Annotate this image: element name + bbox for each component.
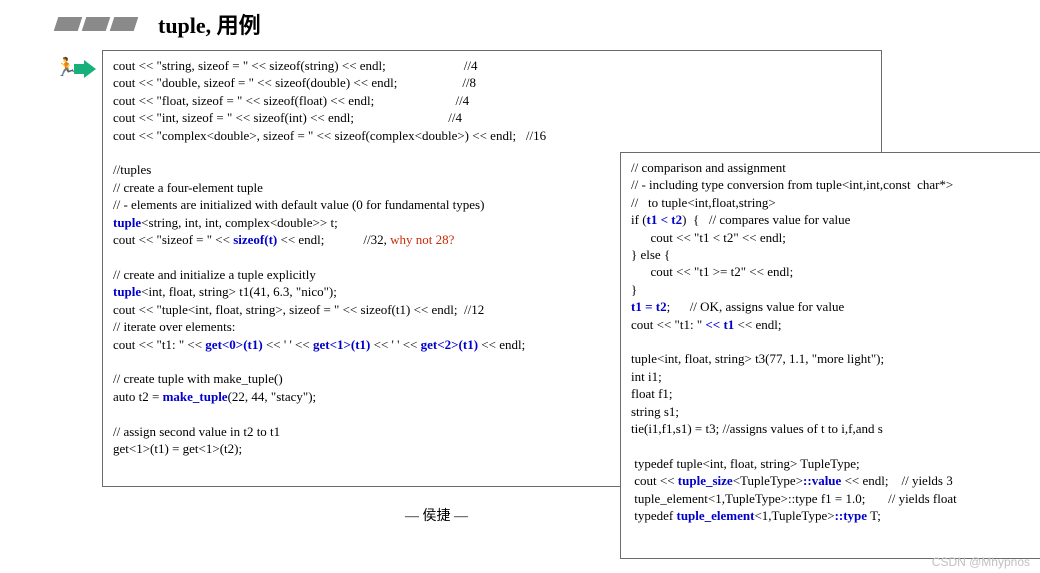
remark: why not 28? xyxy=(390,232,454,247)
code-line: <int, float, string> t1(41, 6.3, "nico")… xyxy=(141,284,337,299)
code-line: ) { // compares value for value xyxy=(682,212,850,227)
code-comment: //4 xyxy=(448,110,462,125)
slide-title: tuple, 用例 xyxy=(158,8,261,40)
code-line: cout << "int, sizeof = " << sizeof(int) … xyxy=(113,110,354,125)
code-line: string s1; xyxy=(631,403,1031,420)
code-comment: //4 xyxy=(464,58,478,73)
code-line: <1,TupleType> xyxy=(754,508,834,523)
code-comment: //32, xyxy=(363,232,390,247)
code-comment: //8 xyxy=(462,75,476,90)
code-line: << ' ' << xyxy=(263,337,313,352)
code-line: << endl; // yields 3 xyxy=(841,473,952,488)
code-line: cout << xyxy=(631,473,678,488)
code-line: << endl; xyxy=(734,317,781,332)
credit-watermark: CSDN @Mhypnos xyxy=(932,555,1030,569)
keyword-tuple-size: tuple_size xyxy=(678,473,733,488)
code-line: cout << "t1: " xyxy=(631,317,705,332)
keyword-get: get<2>(t1) xyxy=(421,337,478,352)
arrow-right-icon xyxy=(74,60,96,78)
keyword-get: get<0>(t1) xyxy=(205,337,262,352)
keyword-value: ::value xyxy=(803,473,841,488)
code-line: <TupleType> xyxy=(733,473,803,488)
keyword-tuple: tuple xyxy=(113,284,141,299)
code-panel-right: // comparison and assignment // - includ… xyxy=(620,152,1040,559)
code-line: << endl; xyxy=(277,232,324,247)
code-line: tuple<int, float, string> t3(77, 1.1, "m… xyxy=(631,350,1031,367)
keyword-compare: t1 < t2 xyxy=(647,212,683,227)
keyword-tuple: tuple xyxy=(113,215,141,230)
code-line: int i1; xyxy=(631,368,1031,385)
keyword-get: get<1>(t1) xyxy=(313,337,370,352)
code-line: tie(i1,f1,s1) = t3; //assigns values of … xyxy=(631,420,1031,437)
code-line: typedef xyxy=(631,508,676,523)
code-comment: //4 xyxy=(455,93,469,108)
code-line: } else { xyxy=(631,246,1031,263)
decor-bar xyxy=(110,17,139,31)
code-line: cout << "t1: " << xyxy=(113,337,205,352)
code-line: << endl; xyxy=(478,337,525,352)
keyword-sizeof: sizeof(t) xyxy=(233,232,277,247)
code-line: cout << "t1 >= t2" << endl; xyxy=(631,263,1031,280)
code-line: << ' ' << xyxy=(370,337,420,352)
code-line: cout << "float, sizeof = " << sizeof(flo… xyxy=(113,93,374,108)
keyword-assign: t1 = t2 xyxy=(631,299,667,314)
keyword-make-tuple: make_tuple xyxy=(163,389,228,404)
code-line: cout << "t1 < t2" << endl; xyxy=(631,229,1031,246)
code-comment: // comparison and assignment xyxy=(631,159,1031,176)
code-line: cout << "complex<double>, sizeof = " << … xyxy=(113,127,871,144)
keyword-tuple-element: tuple_element xyxy=(676,508,754,523)
decor-bar xyxy=(82,17,111,31)
code-line: typedef tuple<int, float, string> TupleT… xyxy=(631,455,1031,472)
code-line: ; // OK, assigns value for value xyxy=(667,299,845,314)
code-line: } xyxy=(631,281,1031,298)
code-comment: // to tuple<int,float,string> xyxy=(631,194,1031,211)
code-line: float f1; xyxy=(631,385,1031,402)
code-line: cout << "string, sizeof = " << sizeof(st… xyxy=(113,58,386,73)
decor-bar xyxy=(54,17,83,31)
code-line: cout << "sizeof = " << xyxy=(113,232,233,247)
code-line: tuple_element<1,TupleType>::type f1 = 1.… xyxy=(631,490,1031,507)
code-line: auto t2 = xyxy=(113,389,163,404)
code-line: <string, int, int, complex<double>> t; xyxy=(141,215,338,230)
code-comment: // - including type conversion from tupl… xyxy=(631,176,1031,193)
keyword-stream: << t1 xyxy=(705,317,734,332)
code-line: cout << "double, sizeof = " << sizeof(do… xyxy=(113,75,397,90)
code-line: T; xyxy=(867,508,881,523)
keyword-type: ::type xyxy=(835,508,868,523)
code-line: if ( xyxy=(631,212,647,227)
slide-header: tuple, 用例 xyxy=(6,8,1034,40)
author-footer: — 侯捷 — xyxy=(405,505,468,525)
code-line: (22, 44, "stacy"); xyxy=(228,389,317,404)
